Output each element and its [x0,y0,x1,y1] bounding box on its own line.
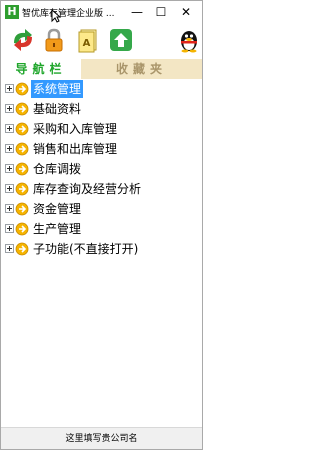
mouse-cursor-icon [51,9,61,23]
tab-favorites[interactable]: 收藏夹 [81,59,202,79]
tree-node[interactable]: 子功能(不直接打开) [1,239,202,259]
tab-navigation[interactable]: 导航栏 [1,59,81,79]
refresh-icon[interactable] [10,27,36,53]
panel-tabs: 导航栏 收藏夹 [1,59,202,79]
expand-plus-icon[interactable] [5,104,14,113]
navigation-tree: 系统管理基础资料采购和入库管理 销售和出库管理 仓库调拨库存查询及经营分析 资金管理生… [1,79,202,427]
app-logo-icon: H [5,5,19,19]
folder-circle-icon [15,182,29,196]
expand-plus-icon[interactable] [5,204,14,213]
expand-plus-icon[interactable] [5,244,14,253]
window-title: 智优库存管理企业版 ... [22,9,115,19]
tree-node[interactable]: 销售和出库管理 [1,139,202,159]
folder-circle-icon [15,162,29,176]
folder-circle-icon [15,142,29,156]
tree-node[interactable]: 基础资料 [1,99,202,119]
tree-node-label: 系统管理 [31,80,84,98]
tree-node-label: 销售和出库管理 [33,142,118,156]
note-icon[interactable]: A [76,27,102,53]
folder-circle-icon [15,242,29,256]
folder-circle-icon [15,102,29,116]
tree-node[interactable]: 生产管理 [1,219,202,239]
title-bar[interactable]: H 智优库存管理企业版 ... — ☐ ✕ [1,1,202,23]
minimize-button[interactable]: — [125,1,149,23]
svg-text:A: A [83,38,91,49]
tree-node[interactable]: 资金管理 [1,199,202,219]
folder-circle-icon [15,122,29,136]
expand-plus-icon[interactable] [5,124,14,133]
expand-plus-icon[interactable] [5,144,14,153]
folder-circle-icon [15,82,29,96]
tree-node-label: 库存查询及经营分析 [33,182,142,196]
tree-node-label: 采购和入库管理 [33,122,118,136]
tree-node-label: 资金管理 [33,202,82,216]
tree-node-label: 子功能(不直接打开) [33,242,139,256]
expand-plus-icon[interactable] [5,164,14,173]
tree-node[interactable]: 采购和入库管理 [1,119,202,139]
expand-plus-icon[interactable] [5,84,14,93]
upload-icon[interactable] [108,27,134,53]
tree-node[interactable]: 库存查询及经营分析 [1,179,202,199]
app-window: H 智优库存管理企业版 ... — ☐ ✕ A 导航栏 收藏夹 系统管理 基础资… [0,0,203,450]
qq-penguin-icon[interactable] [176,27,202,53]
expand-plus-icon[interactable] [5,224,14,233]
tree-node[interactable]: 系统管理 [1,79,202,99]
tree-node-label: 生产管理 [33,222,82,236]
expand-plus-icon[interactable] [5,184,14,193]
tree-node-label: 仓库调拨 [33,162,82,176]
folder-circle-icon [15,202,29,216]
status-bar: 这里填写贵公司名 [1,427,202,449]
tree-node[interactable]: 仓库调拨 [1,159,202,179]
toolbar: A [1,23,202,59]
tree-node-label: 基础资料 [33,102,82,116]
folder-circle-icon [15,222,29,236]
maximize-button[interactable]: ☐ [149,1,173,23]
close-button[interactable]: ✕ [174,1,198,23]
lock-icon[interactable] [41,27,67,53]
